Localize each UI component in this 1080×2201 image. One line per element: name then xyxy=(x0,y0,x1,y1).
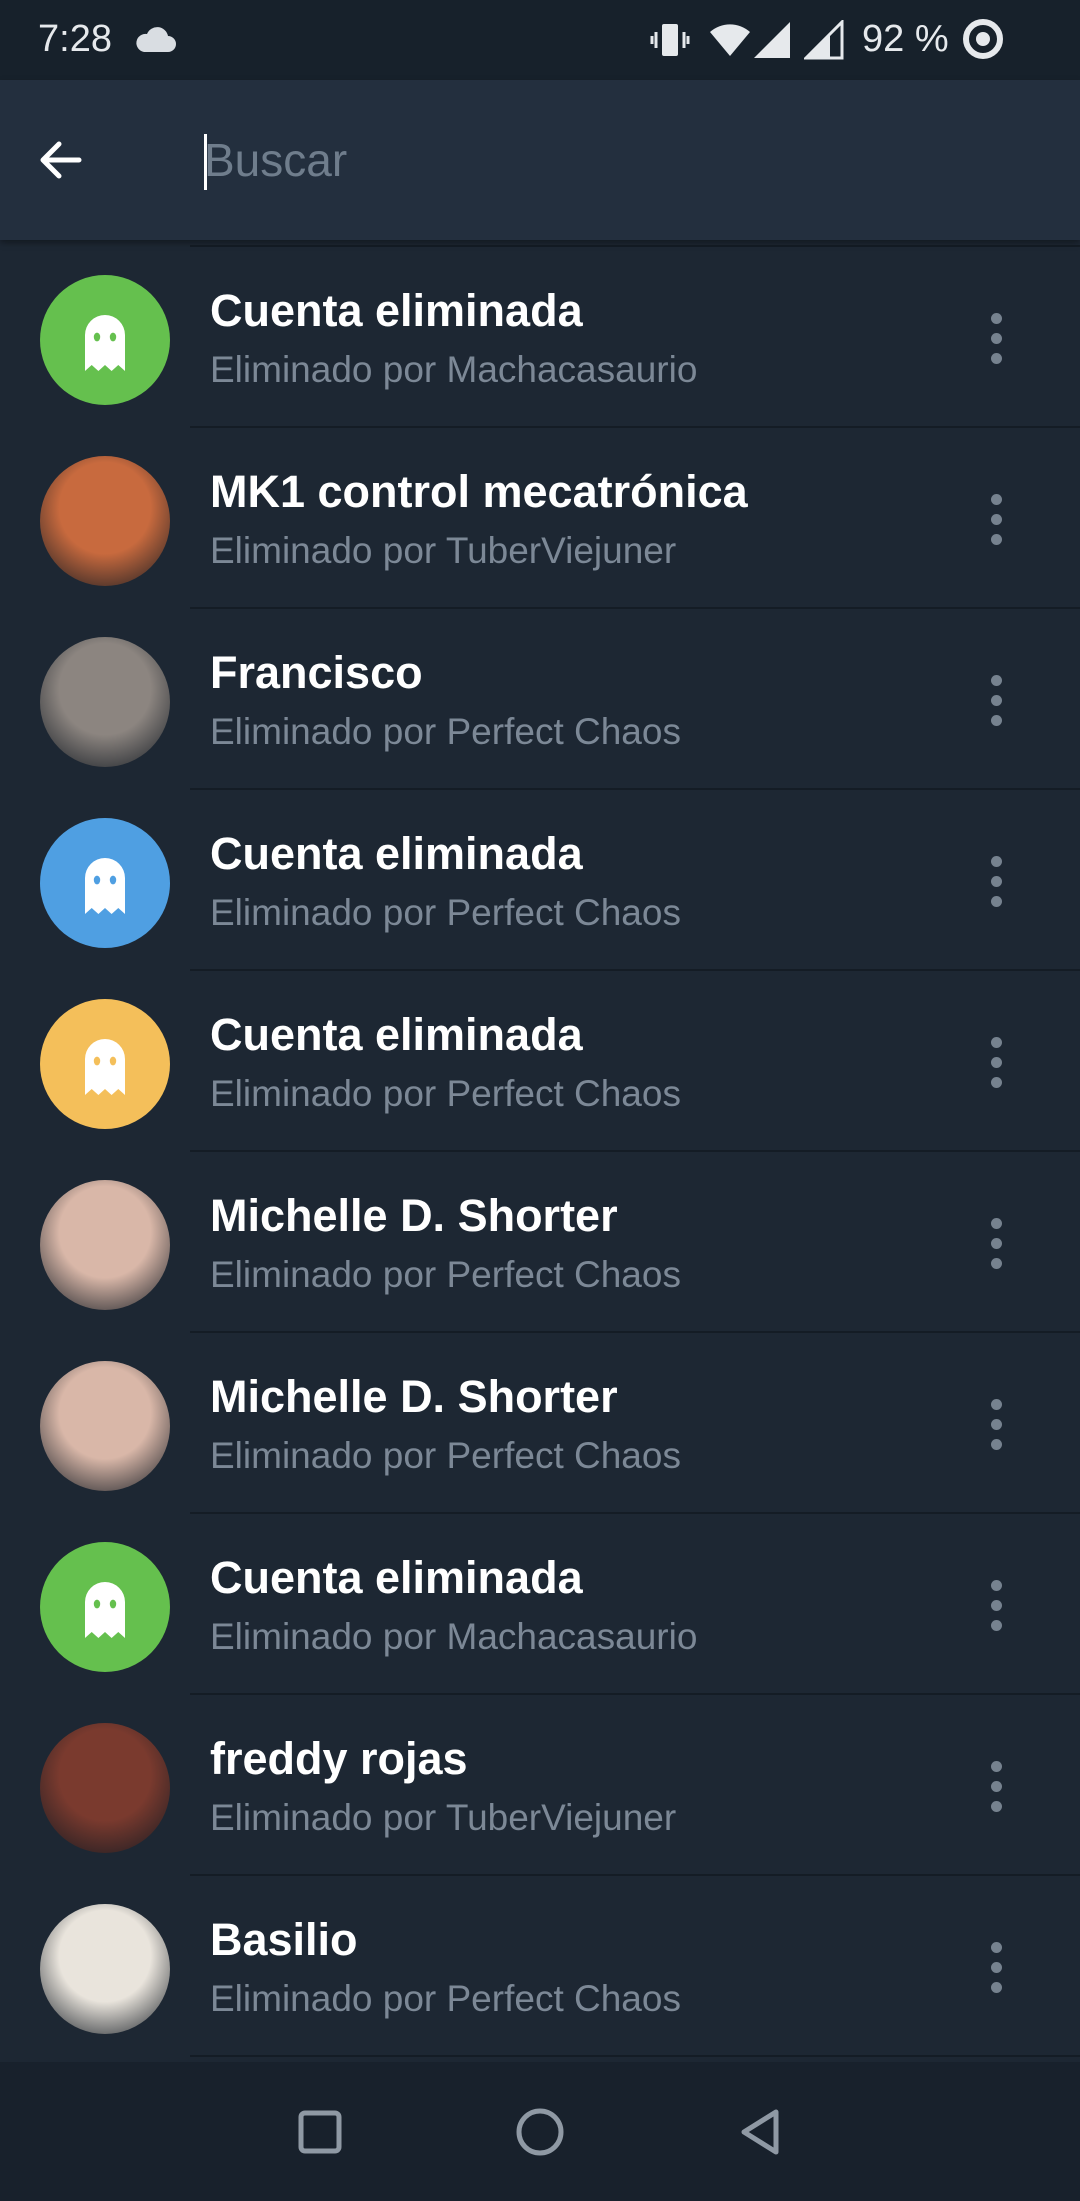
avatar[interactable] xyxy=(40,1723,170,1853)
more-options-icon[interactable] xyxy=(966,1198,1026,1288)
removed-by-text: Eliminado por Perfect Chaos xyxy=(210,892,681,933)
avatar[interactable] xyxy=(40,1180,170,1310)
ghost-icon xyxy=(40,1039,170,1129)
search-input[interactable] xyxy=(204,116,1024,204)
member-name: Basilio xyxy=(210,1914,358,1965)
removed-by-text: Eliminado por Perfect Chaos xyxy=(210,1978,681,2019)
member-name: Cuenta eliminada xyxy=(210,1552,583,1603)
member-row[interactable]: Cuenta eliminada Eliminado por Perfect Ch… xyxy=(0,971,1080,1152)
member-row[interactable]: freddy rojas Eliminado por TuberViejuner xyxy=(0,1695,1080,1876)
more-options-icon[interactable] xyxy=(966,1741,1026,1831)
signal-icon xyxy=(802,18,844,65)
back-nav-button[interactable] xyxy=(730,2102,790,2162)
member-row[interactable]: Francisco Eliminado por Perfect Chaos xyxy=(0,609,1080,790)
member-name: Michelle D. Shorter xyxy=(210,1190,618,1241)
ghost-icon xyxy=(40,858,170,948)
member-name: Francisco xyxy=(210,647,423,698)
search-field[interactable] xyxy=(204,116,1024,204)
ghost-icon xyxy=(40,1582,170,1672)
member-name: Michelle D. Shorter xyxy=(210,1371,618,1422)
member-name: MK1 control mecatrónica xyxy=(210,466,748,517)
more-options-icon[interactable] xyxy=(966,1922,1026,2012)
more-options-icon[interactable] xyxy=(966,1560,1026,1650)
removed-by-text: Eliminado por Perfect Chaos xyxy=(210,1073,681,1114)
status-bar: 7:28 92 % xyxy=(0,0,1080,80)
recents-button[interactable] xyxy=(290,2102,350,2162)
deleted-account-avatar[interactable] xyxy=(40,275,170,405)
member-row[interactable]: Cuenta eliminada Eliminado por Machacasau… xyxy=(0,1514,1080,1695)
avatar[interactable] xyxy=(40,456,170,586)
arrow-left-icon xyxy=(40,141,82,179)
removed-by-text: Eliminado por Machacasaurio xyxy=(210,1616,698,1657)
removed-by-text: Eliminado por Machacasaurio xyxy=(210,349,698,390)
removed-by-text: Eliminado por TuberViejuner xyxy=(210,530,677,571)
more-options-icon[interactable] xyxy=(966,474,1026,564)
signal-icon xyxy=(752,20,792,65)
member-row[interactable]: MK1 control mecatrónica Eliminado por Tub… xyxy=(0,428,1080,609)
back-triangle-icon xyxy=(741,2109,779,2155)
navigation-bar xyxy=(0,2062,1080,2201)
avatar[interactable] xyxy=(40,1904,170,2034)
avatar[interactable] xyxy=(40,637,170,767)
removed-by-text: Eliminado por Perfect Chaos xyxy=(210,1254,681,1295)
member-row[interactable]: Michelle D. Shorter Eliminado por Perfect… xyxy=(0,1152,1080,1333)
deleted-account-avatar[interactable] xyxy=(40,999,170,1129)
more-options-icon[interactable] xyxy=(966,655,1026,745)
text-cursor xyxy=(204,134,207,190)
ghost-icon xyxy=(40,315,170,405)
deleted-account-avatar[interactable] xyxy=(40,1542,170,1672)
battery-percentage: 92 % xyxy=(862,18,949,60)
recents-square-icon xyxy=(298,2110,342,2154)
home-circle-icon xyxy=(516,2108,564,2156)
removed-members-list: Cuenta eliminada Eliminado por Machacasau… xyxy=(0,240,1080,2062)
deleted-account-avatar[interactable] xyxy=(40,818,170,948)
member-name: Cuenta eliminada xyxy=(210,285,583,336)
do-not-disturb-icon xyxy=(962,18,1004,65)
member-row[interactable]: Cuenta eliminada Eliminado por Perfect Ch… xyxy=(0,790,1080,971)
member-name: freddy rojas xyxy=(210,1733,468,1784)
removed-by-text: Eliminado por TuberViejuner xyxy=(210,1797,677,1838)
removed-by-text: Eliminado por Perfect Chaos xyxy=(210,711,681,752)
search-app-bar xyxy=(0,80,1080,240)
more-options-icon[interactable] xyxy=(966,836,1026,926)
member-row[interactable]: Michelle D. Shorter Eliminado por Perfect… xyxy=(0,1333,1080,1514)
vibrate-icon xyxy=(650,20,690,65)
more-options-icon[interactable] xyxy=(966,1017,1026,1107)
divider xyxy=(190,2055,1080,2057)
member-name: Cuenta eliminada xyxy=(210,828,583,879)
member-name: Cuenta eliminada xyxy=(210,1009,583,1060)
home-button[interactable] xyxy=(510,2102,570,2162)
back-button[interactable] xyxy=(20,120,100,200)
status-time: 7:28 xyxy=(38,18,112,60)
more-options-icon[interactable] xyxy=(966,1379,1026,1469)
avatar[interactable] xyxy=(40,1361,170,1491)
wifi-icon xyxy=(708,20,752,65)
more-options-icon[interactable] xyxy=(966,293,1026,383)
removed-by-text: Eliminado por Perfect Chaos xyxy=(210,1435,681,1476)
member-row[interactable]: Basilio Eliminado por Perfect Chaos xyxy=(0,1876,1080,2057)
cloud-icon xyxy=(134,24,178,61)
member-row[interactable]: Cuenta eliminada Eliminado por Machacasau… xyxy=(0,247,1080,428)
